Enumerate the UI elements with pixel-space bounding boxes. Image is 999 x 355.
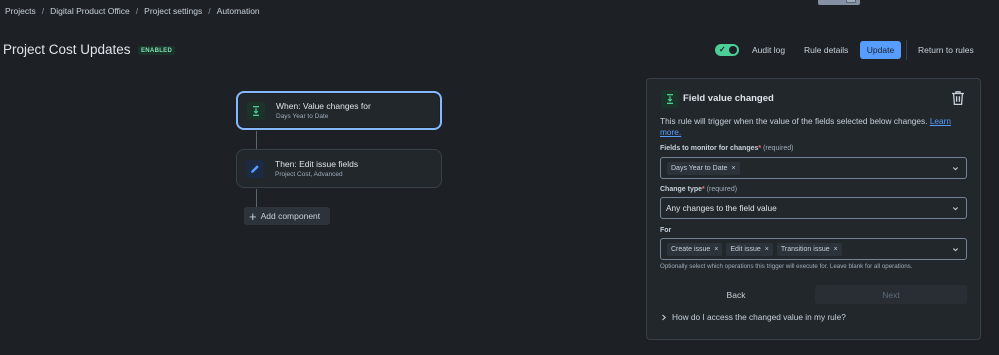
audit-log-button[interactable]: Audit log: [746, 41, 791, 59]
faq-accordion[interactable]: How do I access the changed value in my …: [661, 312, 846, 322]
chevron-down-icon: [952, 167, 959, 171]
change-type-label-text: Change type: [660, 186, 703, 193]
action-subtitle: Project Cost, Advanced: [275, 171, 343, 178]
trigger-title: When: Value changes for: [276, 101, 371, 111]
toggle-knob: [729, 46, 737, 54]
breadcrumb-separator: /: [135, 6, 139, 16]
page-title: Project Cost Updates: [3, 42, 131, 57]
change-type-label: Change type* (required): [660, 186, 737, 193]
flow-connector: [256, 189, 257, 207]
field-value-icon: [661, 90, 679, 108]
breadcrumb-automation[interactable]: Automation: [217, 6, 260, 16]
field-chip: Days Year to Date ×: [667, 161, 740, 175]
remove-chip-icon[interactable]: ×: [765, 246, 769, 253]
faq-label: How do I access the changed value in my …: [672, 312, 846, 322]
chip-label: Create issue: [671, 245, 711, 253]
breadcrumb-projects[interactable]: Projects: [5, 6, 36, 16]
panel-title: Field value changed: [683, 93, 774, 104]
back-button[interactable]: Back: [713, 286, 759, 304]
check-icon: ✓: [719, 45, 726, 54]
fields-label: Fields to monitor for changes* (required…: [660, 145, 793, 152]
next-button[interactable]: Next: [815, 285, 967, 304]
operation-chip: Transition issue ×: [776, 242, 842, 256]
overlay-tooltip-edge: [818, 0, 860, 5]
fields-select[interactable]: Days Year to Date ×: [660, 157, 967, 179]
add-component-label: Add component: [260, 211, 321, 221]
plus-icon: +: [249, 208, 257, 224]
keyboard-icon: [846, 0, 856, 3]
field-value-icon: [247, 101, 265, 120]
panel-description: This rule will trigger when the value of…: [660, 116, 970, 138]
breadcrumb-separator: /: [41, 6, 45, 16]
header-divider: [906, 40, 907, 60]
required-text: (required): [763, 145, 794, 152]
component-config-panel: Field value changed This rule will trigg…: [646, 78, 981, 340]
chevron-down-icon: [952, 207, 959, 211]
trash-icon[interactable]: [951, 90, 965, 106]
remove-chip-icon[interactable]: ×: [714, 246, 718, 253]
rule-details-button[interactable]: Rule details: [798, 41, 854, 59]
required-marker: *: [702, 186, 705, 193]
chip-label: Days Year to Date: [671, 164, 728, 172]
operation-chip: Create issue ×: [667, 242, 723, 256]
remove-chip-icon[interactable]: ×: [834, 246, 838, 253]
breadcrumb-digital-product-office[interactable]: Digital Product Office: [50, 6, 130, 16]
action-node[interactable]: Then: Edit issue fields Project Cost, Ad…: [236, 149, 442, 188]
breadcrumb: Projects / Digital Product Office / Proj…: [5, 6, 260, 16]
return-to-rules-button[interactable]: Return to rules: [912, 41, 980, 59]
action-title: Then: Edit issue fields: [275, 159, 359, 169]
trigger-subtitle: Days Year to Date: [276, 113, 329, 120]
chip-label: Edit issue: [730, 245, 761, 253]
description-text: This rule will trigger when the value of…: [660, 116, 928, 126]
trigger-node[interactable]: When: Value changes for Days Year to Dat…: [236, 91, 442, 130]
chevron-right-icon: [662, 314, 667, 320]
rule-enabled-toggle[interactable]: ✓: [715, 44, 739, 56]
for-label: For: [660, 227, 672, 234]
flow-connector: [256, 131, 257, 149]
for-select[interactable]: Create issue × Edit issue × Transition iss…: [660, 238, 967, 260]
operation-chip: Edit issue ×: [726, 242, 773, 256]
remove-chip-icon[interactable]: ×: [731, 165, 735, 172]
add-component-button[interactable]: + Add component: [244, 207, 330, 225]
change-type-value: Any changes to the field value: [666, 203, 777, 213]
update-button[interactable]: Update: [860, 41, 901, 59]
breadcrumb-project-settings[interactable]: Project settings: [144, 6, 202, 16]
chevron-down-icon: [952, 248, 959, 252]
required-text: (required): [706, 186, 738, 193]
breadcrumb-separator: /: [208, 6, 211, 16]
fields-label-text: Fields to monitor for changes: [660, 145, 759, 152]
status-badge: ENABLED: [138, 46, 176, 55]
chip-label: Transition issue: [780, 245, 830, 253]
pencil-icon: [246, 159, 264, 178]
for-helper-text: Optionally select which operations this …: [660, 263, 913, 270]
change-type-select[interactable]: Any changes to the field value: [660, 197, 967, 219]
required-marker: *: [758, 145, 762, 152]
